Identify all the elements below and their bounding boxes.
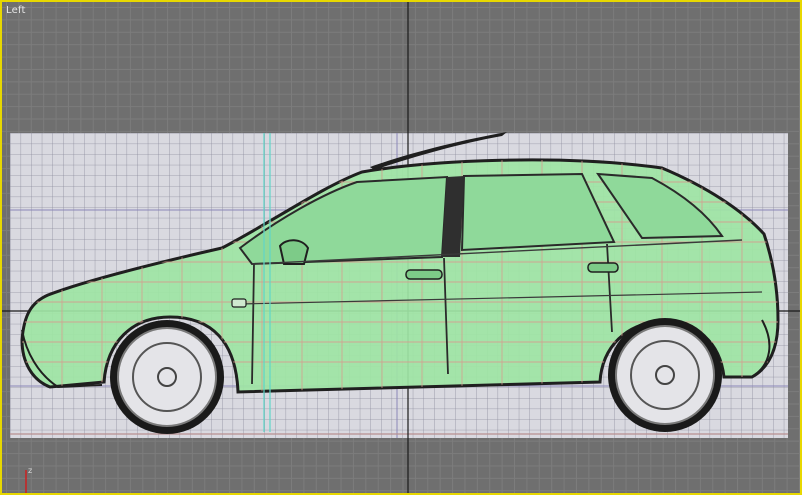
front-wheel[interactable] bbox=[110, 320, 224, 434]
side-mirror bbox=[278, 239, 310, 265]
rear-door-handle bbox=[587, 262, 619, 273]
axis-label: z bbox=[28, 466, 33, 475]
viewport-scene[interactable] bbox=[2, 2, 800, 493]
left-viewport[interactable]: Left z bbox=[0, 0, 802, 495]
front-door-handle bbox=[405, 269, 443, 280]
rear-wheel[interactable] bbox=[608, 318, 722, 432]
side-indicator bbox=[231, 298, 247, 308]
